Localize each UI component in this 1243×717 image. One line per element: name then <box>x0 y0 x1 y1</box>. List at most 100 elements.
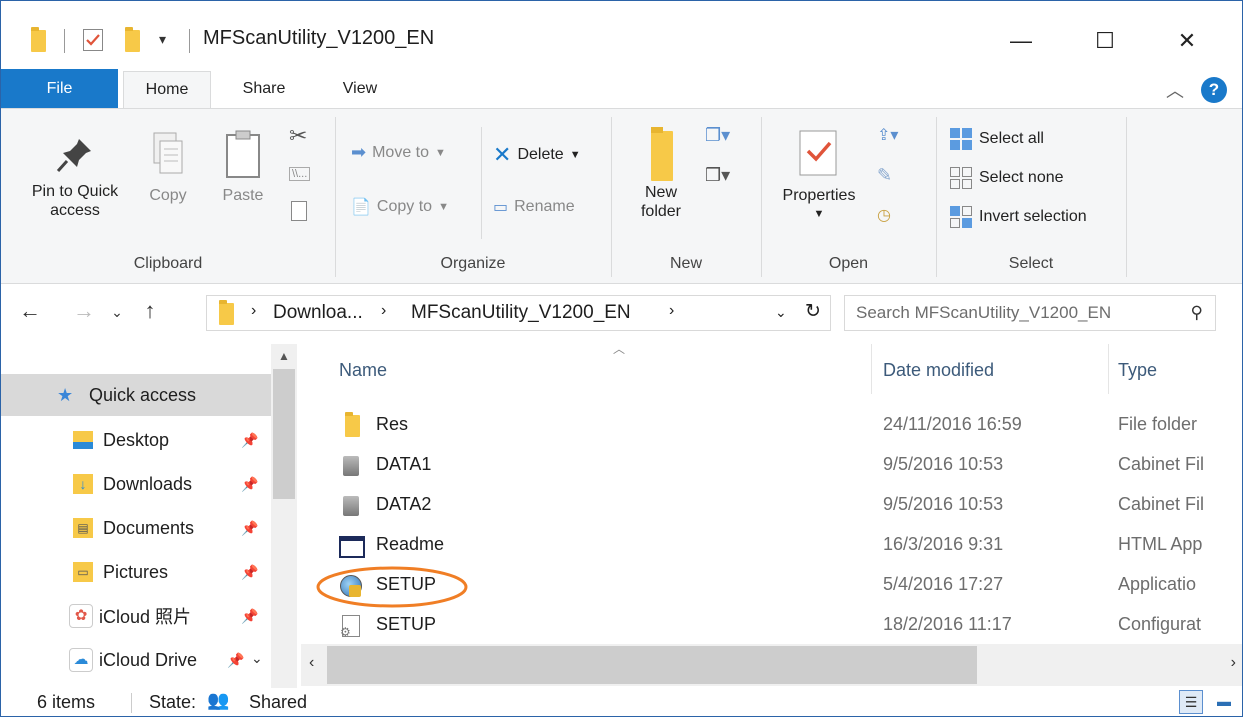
group-separator <box>761 117 762 277</box>
file-date: 9/5/2016 10:53 <box>883 454 1004 474</box>
paste-shortcut-icon[interactable] <box>291 201 307 221</box>
breadcrumb-current-folder[interactable]: MFScanUtility_V1200_EN <box>411 302 631 324</box>
pin-icon[interactable]: 📌 <box>227 652 244 669</box>
column-header-name[interactable]: Name <box>339 344 387 394</box>
file-row-res[interactable]: Res 24/11/2016 16:59 File folder <box>301 406 1242 446</box>
column-divider[interactable] <box>1108 344 1109 394</box>
nav-item-icloud-photos[interactable]: ✿ iCloud 照片 📌 <box>1 595 271 637</box>
nav-item-icloud-drive[interactable]: ☁ iCloud Drive 📌 ⌄ <box>1 639 271 681</box>
easy-access-icon[interactable]: ❒▾ <box>705 165 730 186</box>
edit-icon[interactable]: ✎ <box>877 165 892 186</box>
new-group-label: New <box>669 255 702 272</box>
pin-icon[interactable]: 📌 <box>241 432 258 449</box>
pin-icon[interactable]: 📌 <box>241 476 258 493</box>
pin-to-quick-access-button[interactable]: Pin to Quick access <box>17 133 133 220</box>
move-to-label: Move to <box>372 143 430 161</box>
group-separator <box>611 117 612 277</box>
clipboard-group-label: Clipboard <box>133 255 203 272</box>
scrollbar-thumb[interactable] <box>273 369 295 499</box>
minimize-button[interactable]: — <box>1001 23 1041 59</box>
status-bar: 6 items State: 👥 Shared ☰ ▬ <box>1 688 1242 716</box>
select-all-label: Select all <box>979 130 1044 147</box>
scroll-left-icon[interactable]: ‹ <box>309 654 314 672</box>
paste-button[interactable]: Paste <box>215 129 271 205</box>
select-group-label: Select <box>1008 255 1054 272</box>
file-name: DATA1 <box>376 454 432 474</box>
forward-arrow-icon[interactable]: → <box>69 298 99 324</box>
large-icons-view-icon[interactable]: ▬ <box>1211 690 1237 714</box>
delete-button[interactable]: ✕ Delete ▼ <box>493 142 581 168</box>
nav-item-documents[interactable]: ▤ Documents 📌 <box>1 507 271 549</box>
nav-item-downloads[interactable]: ↓ Downloads 📌 <box>1 463 271 505</box>
star-icon: ★ <box>57 384 74 405</box>
address-history-chevron-icon[interactable]: ⌄ <box>775 304 787 321</box>
delete-label: Delete <box>517 146 564 163</box>
copy-path-icon[interactable]: \\... <box>289 167 311 181</box>
recent-locations-chevron-icon[interactable]: ⌄ <box>102 304 132 321</box>
open-icon[interactable]: ⇪▾ <box>877 125 898 145</box>
history-icon[interactable]: ◷ <box>877 205 891 225</box>
file-row-data1[interactable]: DATA1 9/5/2016 10:53 Cabinet Fil <box>301 446 1242 486</box>
column-header-type[interactable]: Type <box>1118 344 1157 394</box>
move-to-icon: ➡ <box>351 142 367 162</box>
invert-selection-button[interactable]: Invert selection <box>949 205 1087 229</box>
nav-item-desktop[interactable]: Desktop 📌 <box>1 419 271 461</box>
documents-icon: ▤ <box>73 518 93 538</box>
scroll-up-icon[interactable]: ▲ <box>271 344 297 368</box>
state-value: Shared <box>249 692 308 712</box>
tab-share[interactable]: Share <box>227 69 301 109</box>
up-arrow-icon[interactable]: ↑ <box>135 298 165 324</box>
tab-home[interactable]: Home <box>123 71 211 109</box>
customize-quick-access-icon[interactable]: ▾ <box>159 31 166 48</box>
column-divider[interactable] <box>871 344 872 394</box>
new-folder-button[interactable]: New folder <box>631 127 691 221</box>
new-folder-icon <box>641 127 681 183</box>
search-input[interactable]: Search MFScanUtility_V1200_EN ⚲ <box>844 295 1216 331</box>
select-all-button[interactable]: Select all <box>949 127 1044 151</box>
column-header-date-modified[interactable]: Date modified <box>883 344 994 394</box>
new-folder-quick-icon[interactable] <box>125 27 140 52</box>
sort-ascending-icon: ︿ <box>613 342 626 356</box>
new-folder-label-line2: folder <box>640 203 682 220</box>
file-row-setup-config[interactable]: ⚙ SETUP 18/2/2016 11:17 Configurat <box>301 606 1242 646</box>
breadcrumb-downloads[interactable]: Downloa... <box>273 302 363 324</box>
cut-icon[interactable]: ✂ <box>289 123 307 149</box>
help-icon[interactable]: ? <box>1201 77 1227 103</box>
rename-button[interactable]: ▭ Rename <box>493 197 575 217</box>
pin-icon[interactable]: 📌 <box>241 608 258 625</box>
file-row-readme[interactable]: Readme 16/3/2016 9:31 HTML App <box>301 526 1242 566</box>
details-view-icon[interactable]: ☰ <box>1179 690 1203 714</box>
open-group-label: Open <box>828 255 869 272</box>
nav-vertical-scrollbar[interactable]: ▲ <box>271 344 297 688</box>
chevron-down-icon: ▼ <box>438 201 449 213</box>
maximize-button[interactable]: ☐ <box>1085 23 1125 59</box>
select-none-button[interactable]: Select none <box>949 166 1064 190</box>
nav-item-pictures[interactable]: ▭ Pictures 📌 <box>1 551 271 593</box>
copy-button[interactable]: Copy <box>143 129 193 205</box>
tab-file[interactable]: File <box>1 69 118 109</box>
collapse-ribbon-icon[interactable]: ︿ <box>1166 77 1184 103</box>
refresh-icon[interactable]: ↻ <box>805 300 821 323</box>
file-row-data2[interactable]: DATA2 9/5/2016 10:53 Cabinet Fil <box>301 486 1242 526</box>
horizontal-scrollbar[interactable]: ‹ › <box>301 644 1242 686</box>
highlight-ellipse <box>316 566 468 608</box>
new-item-icon[interactable]: ❐▾ <box>705 125 730 146</box>
properties-button[interactable]: Properties ▼ <box>773 127 865 224</box>
scrollbar-thumb[interactable] <box>327 646 977 684</box>
pin-icon[interactable]: 📌 <box>241 520 258 537</box>
copy-to-button[interactable]: 📄 Copy to ▼ <box>351 197 449 217</box>
file-type: File folder <box>1118 414 1198 434</box>
scroll-right-icon[interactable]: › <box>1231 654 1236 672</box>
file-name: SETUP <box>376 614 437 634</box>
properties-quick-icon[interactable] <box>83 29 103 51</box>
pin-icon[interactable]: 📌 <box>241 564 258 581</box>
nav-item-quick-access[interactable]: ★ Quick access <box>1 374 271 416</box>
chevron-down-icon[interactable]: ⌄ <box>251 650 263 667</box>
nav-quick-access-label: Quick access <box>89 384 197 405</box>
address-bar[interactable]: › Downloa... › MFScanUtility_V1200_EN › … <box>206 295 831 331</box>
close-button[interactable]: ✕ <box>1167 23 1207 59</box>
tab-view[interactable]: View <box>323 69 397 109</box>
back-arrow-icon[interactable]: ← <box>15 298 45 324</box>
copy-to-label: Copy to <box>376 198 433 215</box>
move-to-button[interactable]: ➡ Move to ▼ <box>351 142 446 163</box>
